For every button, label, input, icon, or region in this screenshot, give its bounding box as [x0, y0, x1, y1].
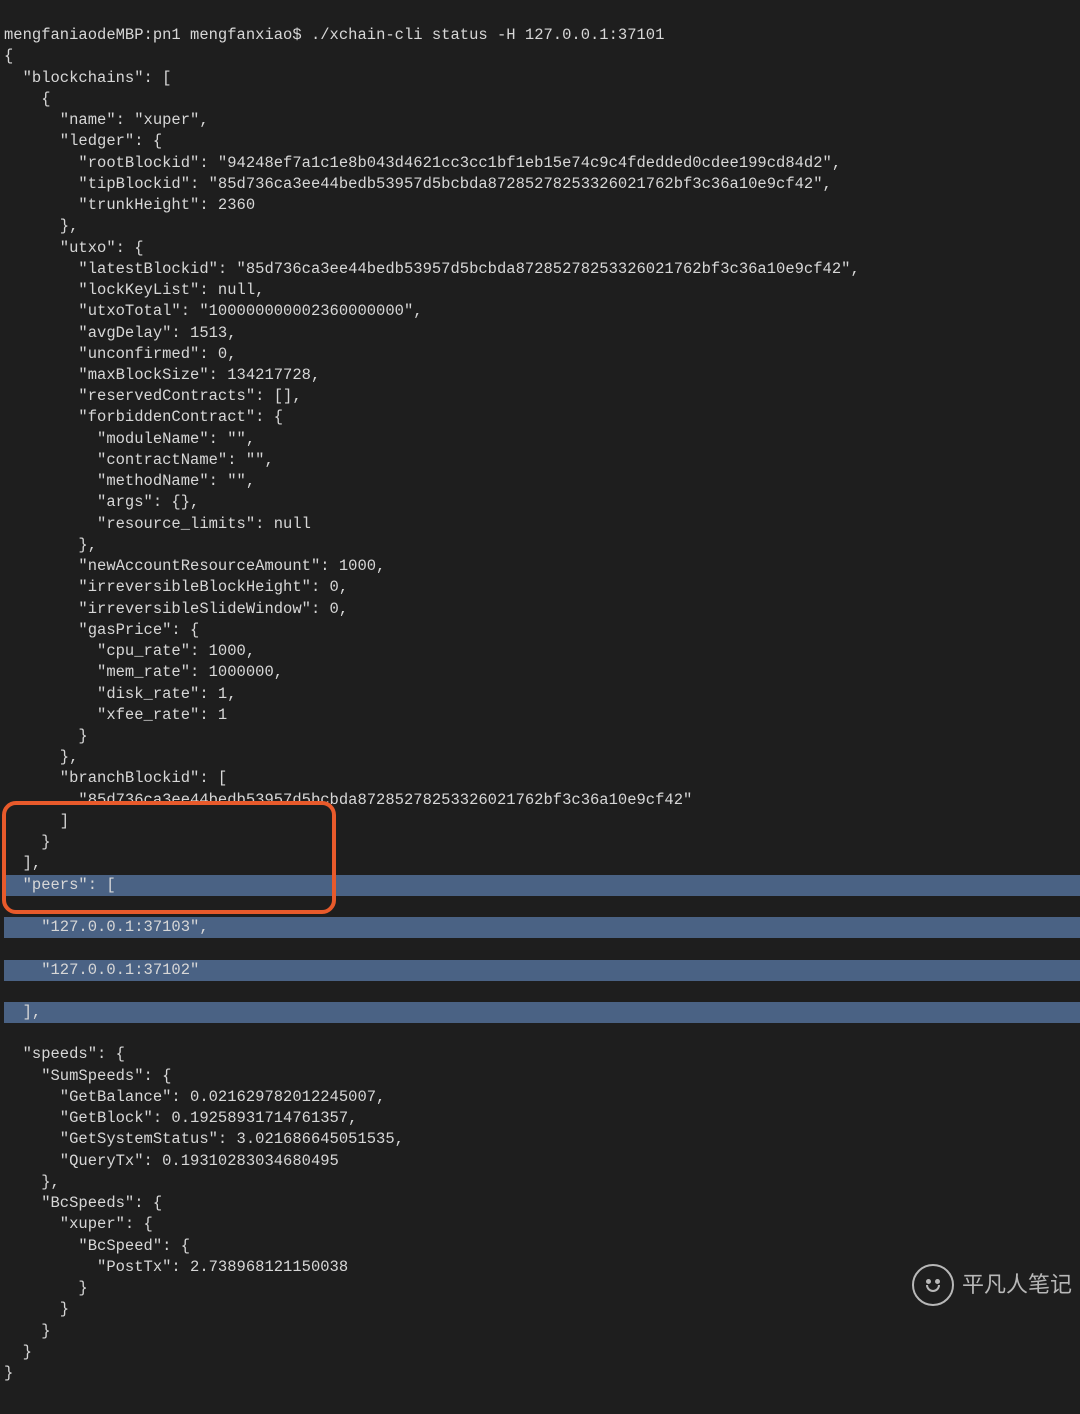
json-line: "lockKeyList": null, [4, 281, 264, 299]
json-line: "utxo": { [4, 239, 144, 257]
json-line: "avgDelay": 1513, [4, 324, 237, 342]
json-line: "reservedContracts": [], [4, 387, 302, 405]
json-line-highlighted: "peers": [ [4, 875, 1080, 896]
json-line: "irreversibleBlockHeight": 0, [4, 578, 348, 596]
json-line: "args": {}, [4, 493, 199, 511]
json-line: } [4, 727, 88, 745]
json-line: ], [4, 854, 41, 872]
json-line: } [4, 1322, 51, 1340]
json-line: } [4, 1343, 32, 1361]
json-line: "xfee_rate": 1 [4, 706, 227, 724]
json-line: "xuper": { [4, 1215, 153, 1233]
json-line: "maxBlockSize": 134217728, [4, 366, 320, 384]
json-line: "rootBlockid": "94248ef7a1c1e8b043d4621c… [4, 154, 841, 172]
json-line: "irreversibleSlideWindow": 0, [4, 600, 348, 618]
json-line: }, [4, 748, 78, 766]
json-line: "tipBlockid": "85d736ca3ee44bedb53957d5b… [4, 175, 832, 193]
json-line: "ledger": { [4, 132, 162, 150]
json-line: "SumSpeeds": { [4, 1067, 171, 1085]
json-line-highlighted: ], [4, 1002, 1080, 1023]
json-line: } [4, 1300, 69, 1318]
json-line: }, [4, 536, 97, 554]
json-line: "PostTx": 2.738968121150038 [4, 1258, 348, 1276]
json-line: "cpu_rate": 1000, [4, 642, 255, 660]
json-line: "85d736ca3ee44bedb53957d5bcbda8728527825… [4, 791, 692, 809]
json-line: } [4, 833, 51, 851]
json-line: } [4, 1279, 88, 1297]
json-line: }, [4, 1173, 60, 1191]
json-line: "newAccountResourceAmount": 1000, [4, 557, 385, 575]
watermark-text: 平凡人笔记 [962, 1270, 1072, 1300]
json-line: "forbiddenContract": { [4, 408, 283, 426]
prompt-user: mengfaniaodeMBP:pn1 mengfanxiao$ [4, 26, 311, 44]
json-line: "speeds": { [4, 1045, 125, 1063]
json-line: "branchBlockid": [ [4, 769, 227, 787]
json-line-highlighted: "127.0.0.1:37103", [4, 917, 1080, 938]
json-line: { [4, 90, 51, 108]
prompt-line: mengfaniaodeMBP:pn1 mengfanxiao$ ./xchai… [4, 26, 664, 44]
json-line-highlighted: "127.0.0.1:37102" [4, 960, 1080, 981]
json-line: "gasPrice": { [4, 621, 199, 639]
json-line: "utxoTotal": "100000000002360000000", [4, 302, 423, 320]
json-line: "GetBalance": 0.021629782012245007, [4, 1088, 385, 1106]
json-line: "name": "xuper", [4, 111, 209, 129]
wechat-icon [912, 1264, 954, 1306]
json-line: "latestBlockid": "85d736ca3ee44bedb53957… [4, 260, 860, 278]
json-line: "disk_rate": 1, [4, 685, 237, 703]
json-line: }, [4, 217, 78, 235]
json-line: "GetSystemStatus": 3.021686645051535, [4, 1130, 404, 1148]
json-line: "unconfirmed": 0, [4, 345, 237, 363]
json-line: "GetBlock": 0.19258931714761357, [4, 1109, 357, 1127]
json-line: "resource_limits": null [4, 515, 311, 533]
json-line: "moduleName": "", [4, 430, 255, 448]
json-line: "contractName": "", [4, 451, 274, 469]
json-line: "trunkHeight": 2360 [4, 196, 255, 214]
json-line: } [4, 1364, 13, 1382]
json-line: { [4, 47, 13, 65]
command-text: ./xchain-cli status -H 127.0.0.1:37101 [311, 26, 664, 44]
json-line: "BcSpeeds": { [4, 1194, 162, 1212]
json-line: "QueryTx": 0.19310283034680495 [4, 1152, 339, 1170]
watermark: 平凡人笔记 [912, 1264, 1072, 1306]
json-line: "BcSpeed": { [4, 1237, 190, 1255]
json-line: "blockchains": [ [4, 69, 171, 87]
terminal-output[interactable]: mengfaniaodeMBP:pn1 mengfanxiao$ ./xchai… [0, 0, 1080, 1414]
json-line: "mem_rate": 1000000, [4, 663, 283, 681]
json-line: "methodName": "", [4, 472, 255, 490]
json-line: ] [4, 812, 69, 830]
